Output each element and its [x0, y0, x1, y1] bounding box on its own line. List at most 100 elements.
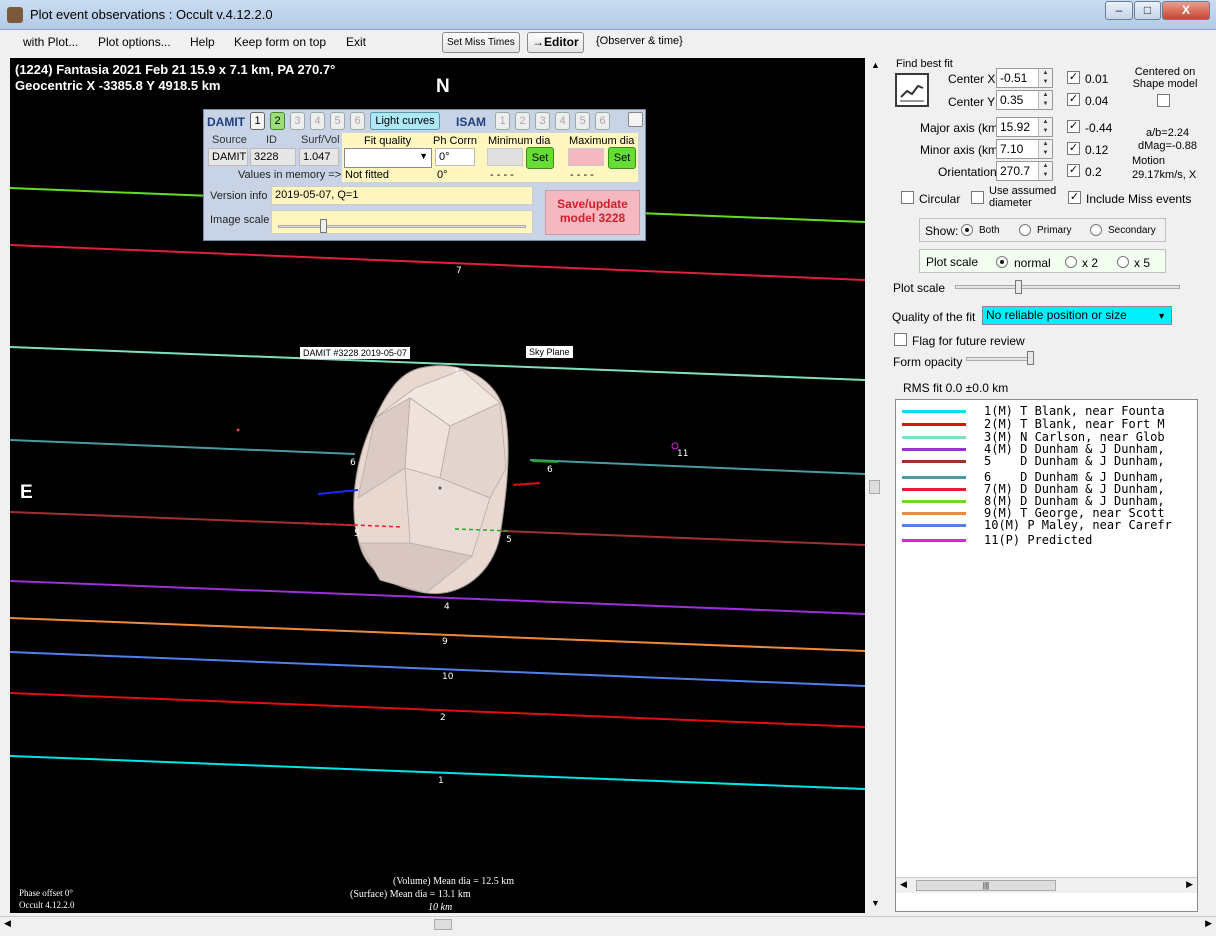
legend-row[interactable]: 10(M) P Maley, near Carefr	[902, 518, 1172, 532]
damit-panel-close-button[interactable]	[628, 112, 643, 127]
legend-text: 1(M) T Blank, near Founta	[984, 404, 1165, 418]
menu-with-plot[interactable]: with Plot...	[23, 35, 78, 49]
menu-bar: with Plot... Plot options... Help Keep f…	[0, 30, 1216, 56]
center-x-checkbox[interactable]: ✓	[1067, 71, 1080, 84]
center-x-input[interactable]: -0.51 ▲ ▼	[996, 68, 1053, 88]
minor-axis-checkbox[interactable]: ✓	[1067, 142, 1080, 155]
use-assumed-diameter-checkbox[interactable]	[971, 191, 984, 204]
scale-x2-radio[interactable]	[1065, 256, 1077, 268]
quality-of-fit-select[interactable]: No reliable position or size ▼	[982, 306, 1172, 325]
horizontal-scroll-thumb[interactable]	[434, 919, 452, 930]
occult-version-label: Occult 4.12.2.0	[19, 900, 75, 910]
image-scale-slider[interactable]	[271, 210, 533, 234]
menu-exit[interactable]: Exit	[346, 35, 366, 49]
col-surf-vol: Surf/Vol	[301, 134, 340, 146]
orientation-spinner[interactable]: ▲ ▼	[1038, 162, 1052, 180]
stray-point	[236, 428, 240, 432]
isam-model-3-button[interactable]: 3	[535, 112, 550, 130]
menu-plot-options[interactable]: Plot options...	[98, 35, 171, 49]
menu-help[interactable]: Help	[190, 35, 215, 49]
min-dia-set-button[interactable]: Set	[526, 147, 554, 169]
isam-model-4-button[interactable]: 4	[555, 112, 570, 130]
use-assumed-diameter-label: Use assumed diameter	[989, 185, 1057, 209]
scroll-left-icon[interactable]: ◀	[900, 879, 907, 890]
center-y-spinner[interactable]: ▲ ▼	[1038, 91, 1052, 109]
show-secondary-label: Secondary	[1108, 225, 1156, 236]
plot-scale-slider-track[interactable]	[955, 285, 1180, 289]
major-axis-spinner[interactable]: ▲ ▼	[1038, 118, 1052, 136]
legend-row[interactable]: 2(M) T Blank, near Fort M	[902, 417, 1165, 431]
isam-model-6-button[interactable]: 6	[595, 112, 610, 130]
menu-keep-form-on-top[interactable]: Keep form on top	[234, 35, 326, 49]
miss-blue-segment	[317, 489, 359, 495]
main-horizontal-scrollbar[interactable]: ◀ ▶	[0, 916, 1216, 932]
orientation-input[interactable]: 270.7 ▲ ▼	[996, 161, 1053, 181]
min-dia-input[interactable]	[487, 148, 523, 166]
flag-review-checkbox[interactable]	[894, 333, 907, 346]
centered-on-shape-checkbox[interactable]	[1157, 94, 1170, 107]
center-x-step: 0.01	[1085, 72, 1109, 86]
minimize-button[interactable]: –	[1105, 1, 1133, 20]
form-opacity-slider-track[interactable]	[966, 357, 1032, 361]
vertical-scroll-thumb[interactable]	[869, 480, 880, 494]
chord-label: 11	[677, 449, 688, 459]
show-secondary-radio[interactable]	[1090, 224, 1102, 236]
main-vertical-scrollbar[interactable]: ▲ ▼	[868, 58, 882, 913]
form-opacity-slider-thumb[interactable]	[1027, 351, 1034, 365]
damit-model-3-button[interactable]: 3	[290, 112, 305, 130]
legend-scroll-thumb[interactable]: |||	[916, 880, 1056, 891]
find-best-fit-button[interactable]	[895, 73, 929, 107]
legend-row[interactable]: 5 D Dunham & J Dunham,	[902, 454, 1165, 468]
max-dia-set-button[interactable]: Set	[608, 147, 636, 169]
damit-panel: DAMIT 1 2 3 4 5 6 Light curves ISAM 1 2 …	[203, 109, 646, 241]
scale-x5-radio[interactable]	[1117, 256, 1129, 268]
scroll-up-icon[interactable]: ▲	[871, 60, 880, 70]
main-scroll-right-icon[interactable]: ▶	[1205, 918, 1212, 929]
close-button[interactable]: X	[1162, 1, 1210, 20]
minor-axis-spinner[interactable]: ▲ ▼	[1038, 140, 1052, 158]
chord-line-6-right	[529, 459, 865, 475]
chord-line-9	[10, 617, 865, 652]
plot-scale-slider-label: Plot scale	[893, 281, 946, 295]
volume-mean-dia: (Volume) Mean dia = 12.5 km	[393, 876, 514, 887]
light-curves-button[interactable]: Light curves	[370, 112, 440, 130]
observer-legend[interactable]: 1(M) T Blank, near Founta 2(M) T Blank, …	[895, 399, 1198, 912]
minor-axis-input[interactable]: 7.10 ▲ ▼	[996, 139, 1053, 159]
scroll-right-icon[interactable]: ▶	[1186, 879, 1193, 890]
damit-model-6-button[interactable]: 6	[350, 112, 365, 130]
show-primary-radio[interactable]	[1019, 224, 1031, 236]
damit-model-2-button[interactable]: 2	[270, 112, 285, 130]
fit-quality-select[interactable]: ▼	[344, 148, 432, 168]
scale-bar-label: 10 km	[428, 902, 453, 913]
center-x-spinner[interactable]: ▲ ▼	[1038, 69, 1052, 87]
center-y-checkbox[interactable]: ✓	[1067, 93, 1080, 106]
set-miss-times-button[interactable]: Set Miss Times	[442, 32, 520, 53]
north-label: N	[436, 76, 450, 97]
isam-model-1-button[interactable]: 1	[495, 112, 510, 130]
isam-model-2-button[interactable]: 2	[515, 112, 530, 130]
scale-normal-radio[interactable]	[996, 256, 1008, 268]
editor-button[interactable]: →Editor	[527, 32, 584, 53]
damit-model-4-button[interactable]: 4	[310, 112, 325, 130]
ph-corrn-input[interactable]: 0°	[435, 148, 475, 166]
isam-model-5-button[interactable]: 5	[575, 112, 590, 130]
orientation-checkbox[interactable]: ✓	[1067, 164, 1080, 177]
legend-row[interactable]: 1(M) T Blank, near Founta	[902, 404, 1165, 418]
scroll-down-icon[interactable]: ▼	[871, 898, 880, 908]
show-both-radio[interactable]	[961, 224, 973, 236]
max-dia-input[interactable]	[568, 148, 604, 166]
maximize-button[interactable]: □	[1134, 1, 1161, 20]
col-max-dia: Maximum dia	[569, 135, 635, 147]
circular-checkbox[interactable]	[901, 191, 914, 204]
legend-horizontal-scrollbar[interactable]: ◀ ||| ▶	[896, 877, 1197, 893]
plot-scale-slider-thumb[interactable]	[1015, 280, 1022, 294]
legend-row[interactable]: 11(P) Predicted	[902, 533, 1092, 547]
major-axis-checkbox[interactable]: ✓	[1067, 120, 1080, 133]
major-axis-input[interactable]: 15.92 ▲ ▼	[996, 117, 1053, 137]
damit-model-1-button[interactable]: 1	[250, 112, 265, 130]
main-scroll-left-icon[interactable]: ◀	[4, 918, 11, 929]
center-y-input[interactable]: 0.35 ▲ ▼	[996, 90, 1053, 110]
include-miss-events-checkbox[interactable]: ✓	[1068, 191, 1081, 204]
damit-model-5-button[interactable]: 5	[330, 112, 345, 130]
save-update-model-button[interactable]: Save/update model 3228	[545, 190, 640, 235]
